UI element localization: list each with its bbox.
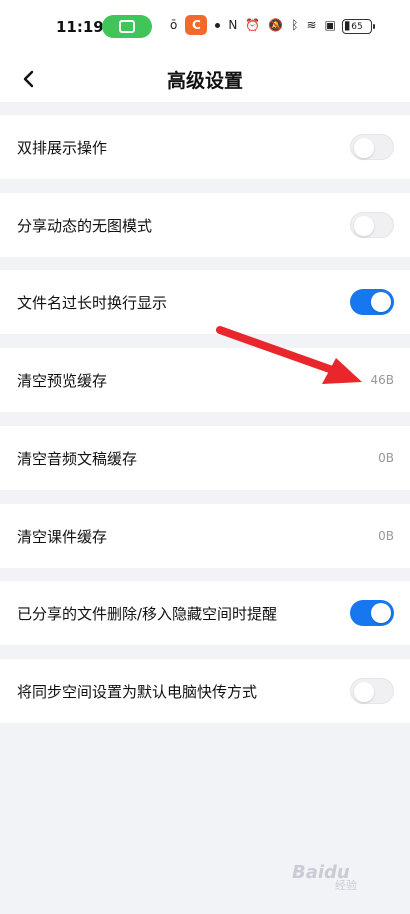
bluetooth-icon: ᛒ [291, 18, 299, 32]
toggle-switch[interactable] [350, 212, 394, 238]
setting-row-share-no-image[interactable]: 分享动态的无图模式 [0, 193, 410, 257]
app-notification-icon: C [185, 15, 208, 35]
screen-cast-pill[interactable] [102, 15, 152, 38]
toggle-switch[interactable] [350, 600, 394, 626]
setting-label: 已分享的文件删除/移入隐藏空间时提醒 [17, 604, 278, 623]
watermark-sub: 经验 [335, 879, 357, 892]
toggle-knob [354, 216, 374, 236]
cache-size: 0B [378, 451, 394, 465]
nav-header: 高级设置 [0, 56, 410, 102]
toggle-knob [354, 138, 374, 158]
toggle-knob [371, 603, 391, 623]
page-title: 高级设置 [166, 70, 243, 92]
cache-size: 46B [370, 373, 394, 387]
setting-row-clear-courseware-cache[interactable]: 清空课件缓存 0B [0, 504, 410, 568]
battery-icon: 65 [342, 19, 375, 34]
setting-label: 文件名过长时换行显示 [17, 293, 168, 312]
setting-row-default-quick-transfer[interactable]: 将同步空间设置为默认电脑快传方式 [0, 659, 410, 723]
alarm-face-icon: ō [170, 18, 178, 32]
toggle-switch[interactable] [350, 289, 394, 315]
annotation-arrow-icon [216, 326, 362, 384]
mute-bell-icon: 🔕 [268, 18, 284, 32]
cache-size: 0B [378, 529, 394, 543]
setting-label: 清空预览缓存 [17, 371, 108, 390]
alarm-clock-icon: ⏰ [245, 18, 261, 32]
cast-icon [119, 20, 135, 33]
setting-label: 双排展示操作 [17, 138, 108, 157]
setting-label: 将同步空间设置为默认电脑快传方式 [17, 682, 258, 701]
notification-dot-icon [215, 22, 221, 28]
wifi-icon: ≋ [306, 18, 317, 32]
setting-label: 清空课件缓存 [17, 527, 108, 546]
setting-row-dual-display[interactable]: 双排展示操作 [0, 115, 410, 179]
status-time: 11:19 [56, 18, 104, 36]
setting-label: 清空音频文稿缓存 [17, 449, 138, 468]
battery-level: 65 [351, 21, 363, 32]
toggle-knob [354, 682, 374, 702]
setting-row-shared-delete-reminder[interactable]: 已分享的文件删除/移入隐藏空间时提醒 [0, 581, 410, 645]
status-icons: ō C Ν ⏰ 🔕 ᛒ ≋ ▣ ▮ [170, 15, 350, 35]
setting-row-clear-audio-cache[interactable]: 清空音频文稿缓存 0B [0, 426, 410, 490]
toggle-switch[interactable] [350, 134, 394, 160]
toggle-switch[interactable] [350, 678, 394, 704]
hd-signal-icon: ▣ [324, 18, 336, 32]
toggle-knob [371, 292, 391, 312]
nfc-icon: Ν [228, 18, 238, 32]
status-bar: 11:19 ō C Ν ⏰ 🔕 ᛒ ≋ ▣ ▮ 65 [0, 0, 410, 56]
setting-label: 分享动态的无图模式 [17, 216, 153, 235]
